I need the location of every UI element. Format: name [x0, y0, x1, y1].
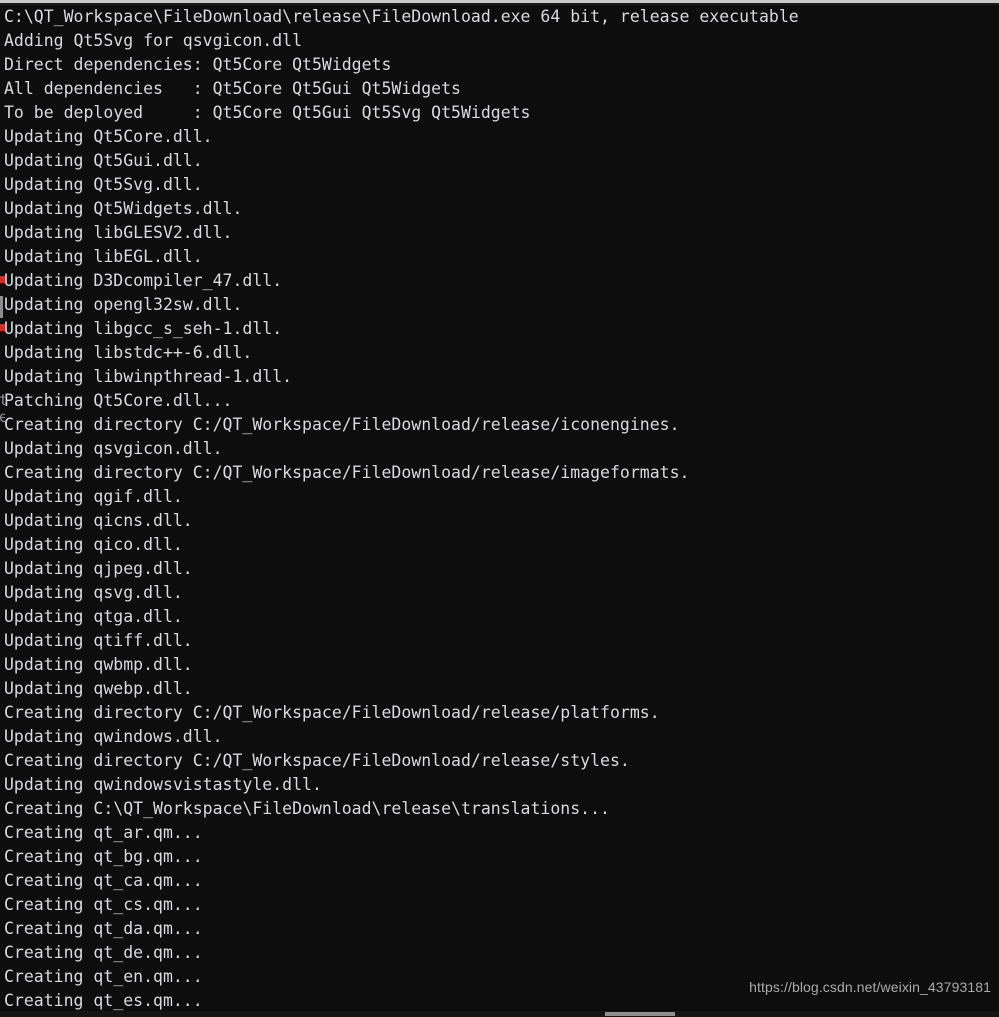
console-line: Updating libGLESV2.dll. [4, 223, 233, 242]
console-line: Creating C:\QT_Workspace\FileDownload\re… [4, 799, 610, 818]
console-line: Updating qwindowsvistastyle.dll. [4, 775, 322, 794]
console-line: Updating qjpeg.dll. [4, 559, 193, 578]
console-line: Updating libwinpthread-1.dll. [4, 367, 293, 386]
console-line: All dependencies : Qt5Core Qt5Gui Qt5Wid… [4, 79, 461, 98]
console-line: Updating qico.dll. [4, 535, 183, 554]
console-line: Patching Qt5Core.dll... [4, 391, 233, 410]
console-line: Updating qwbmp.dll. [4, 655, 193, 674]
console-line: Updating qsvgicon.dll. [4, 439, 223, 458]
console-line: Updating qtiff.dll. [4, 631, 193, 650]
gutter-text-fragment: t [0, 391, 5, 409]
console-line: Updating D3Dcompiler_47.dll. [4, 271, 283, 290]
gutter-error-marker[interactable] [0, 276, 5, 283]
console-line: Updating opengl32sw.dll. [4, 295, 243, 314]
console-line: Updating libgcc_s_seh-1.dll. [4, 319, 283, 338]
gutter-scroll-slider[interactable] [0, 296, 3, 318]
console-line: Updating qtga.dll. [4, 607, 183, 626]
console-line: Creating qt_cs.qm... [4, 895, 203, 914]
console-window: te C:\QT_Workspace\FileDownload\release\… [0, 0, 999, 1017]
console-line: Creating directory C:/QT_Workspace/FileD… [4, 751, 630, 770]
watermark-url: https://blog.csdn.net/weixin_43793181 [749, 979, 991, 995]
horizontal-scrollbar-thumb[interactable] [605, 1012, 675, 1016]
console-output-text[interactable]: C:\QT_Workspace\FileDownload\release\Fil… [0, 5, 999, 1017]
console-line: Updating qwindows.dll. [4, 727, 223, 746]
console-line: Creating qt_ar.qm... [4, 823, 203, 842]
console-line: Creating directory C:/QT_Workspace/FileD… [4, 703, 660, 722]
console-line: To be deployed : Qt5Core Qt5Gui Qt5Svg Q… [4, 103, 531, 122]
console-line: Updating Qt5Svg.dll. [4, 175, 203, 194]
left-gutter-strip[interactable]: te [0, 5, 5, 1017]
console-line: Updating libstdc++-6.dll. [4, 343, 253, 362]
console-line: Direct dependencies: Qt5Core Qt5Widgets [4, 55, 392, 74]
console-line: Updating Qt5Widgets.dll. [4, 199, 243, 218]
console-line: Updating Qt5Gui.dll. [4, 151, 203, 170]
console-line: Updating qgif.dll. [4, 487, 183, 506]
console-line: Creating qt_ca.qm... [4, 871, 203, 890]
gutter-text-fragment: e [0, 408, 5, 426]
console-line: Updating libEGL.dll. [4, 247, 203, 266]
horizontal-scrollbar[interactable] [0, 1011, 999, 1017]
console-line: Creating qt_de.qm... [4, 943, 203, 962]
console-line: Creating qt_da.qm... [4, 919, 203, 938]
console-line: Creating directory C:/QT_Workspace/FileD… [4, 415, 680, 434]
gutter-error-marker[interactable] [0, 324, 5, 331]
console-line: Updating Qt5Core.dll. [4, 127, 213, 146]
console-line: Updating qicns.dll. [4, 511, 193, 530]
console-line: Updating qwebp.dll. [4, 679, 193, 698]
console-line: Updating qsvg.dll. [4, 583, 183, 602]
console-line: C:\QT_Workspace\FileDownload\release\Fil… [4, 7, 799, 26]
console-line: Adding Qt5Svg for qsvgicon.dll [4, 31, 303, 50]
console-line: Creating qt_bg.qm... [4, 847, 203, 866]
console-line: Creating directory C:/QT_Workspace/FileD… [4, 463, 690, 482]
